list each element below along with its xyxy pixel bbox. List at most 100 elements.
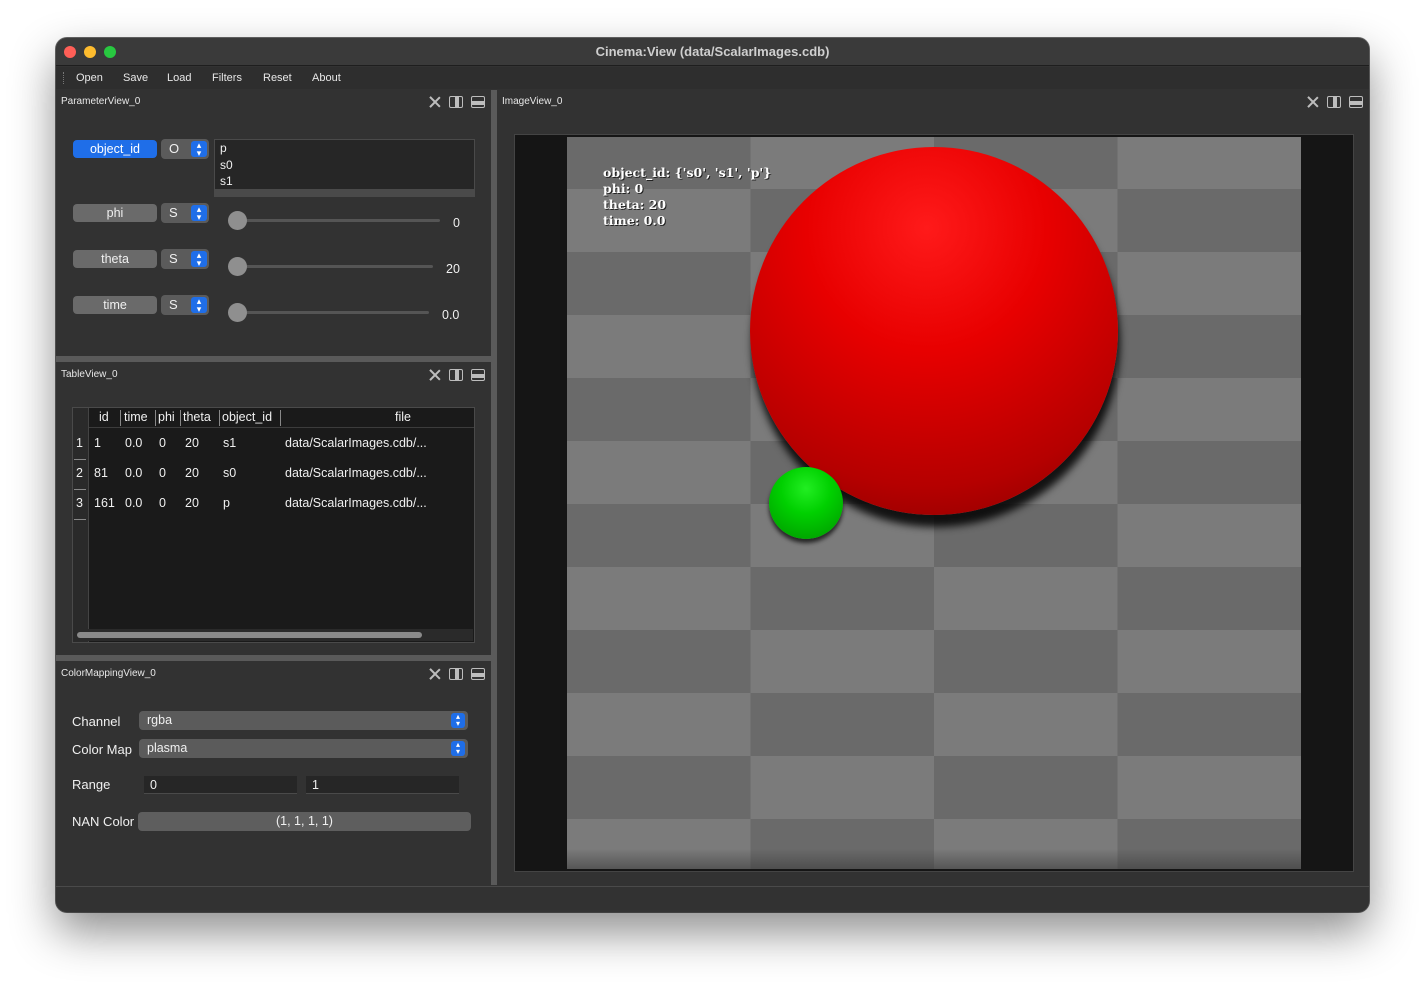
list-item[interactable]: s1 bbox=[215, 173, 474, 190]
chevron-updown-icon: ▴ ▾ bbox=[451, 713, 465, 728]
object-id-listbox[interactable]: p s0 s1 bbox=[214, 139, 475, 197]
range-min-value: 0 bbox=[150, 778, 157, 792]
panel-header: TableView_0 bbox=[56, 365, 491, 385]
cell-id: 81 bbox=[94, 466, 108, 480]
param-button-time[interactable]: time bbox=[73, 296, 157, 314]
split-vertical-icon[interactable] bbox=[471, 668, 485, 680]
row-number[interactable]: 3 bbox=[76, 496, 83, 510]
split-vertical-icon[interactable] bbox=[471, 96, 485, 108]
close-panel-icon[interactable] bbox=[1307, 96, 1319, 108]
param-button-object-id[interactable]: object_id bbox=[73, 140, 157, 158]
panel-title: ImageView_0 bbox=[502, 96, 563, 107]
close-panel-icon[interactable] bbox=[429, 96, 441, 108]
menubar: Open Save Load Filters Reset About bbox=[56, 67, 1369, 89]
table-header: id time phi theta object_id file bbox=[89, 408, 474, 428]
param-button-phi[interactable]: phi bbox=[73, 204, 157, 222]
menu-about[interactable]: About bbox=[312, 72, 341, 84]
titlebar: Cinema:View (data/ScalarImages.cdb) bbox=[56, 38, 1369, 66]
horizontal-scrollbar[interactable] bbox=[74, 629, 473, 641]
window-title: Cinema:View (data/ScalarImages.cdb) bbox=[595, 44, 830, 59]
list-item[interactable]: p bbox=[215, 140, 474, 157]
row-number[interactable]: 1 bbox=[76, 436, 83, 450]
split-horizontal-icon[interactable] bbox=[449, 369, 463, 381]
chevron-updown-icon: ▴ ▾ bbox=[191, 297, 207, 314]
cell-theta: 20 bbox=[185, 496, 199, 510]
column-header-file[interactable]: file bbox=[395, 410, 411, 424]
range-min-input[interactable]: 0 bbox=[144, 776, 297, 794]
list-item[interactable]: s0 bbox=[215, 157, 474, 174]
cell-phi: 0 bbox=[159, 496, 166, 510]
panel-splitter[interactable] bbox=[56, 655, 491, 661]
column-separator bbox=[280, 410, 281, 426]
column-header-theta[interactable]: theta bbox=[183, 410, 211, 424]
range-max-input[interactable]: 1 bbox=[306, 776, 459, 794]
cell-phi: 0 bbox=[159, 436, 166, 450]
menu-filters[interactable]: Filters bbox=[212, 72, 242, 84]
panel-splitter[interactable] bbox=[56, 356, 491, 362]
channel-value: rgba bbox=[147, 713, 173, 727]
column-header-phi[interactable]: phi bbox=[158, 410, 175, 424]
cell-time: 0.0 bbox=[125, 496, 143, 510]
scrollbar-thumb[interactable] bbox=[77, 632, 422, 638]
cell-object-id: s0 bbox=[223, 466, 237, 480]
param-mode-select-object-id[interactable]: O ▴ ▾ bbox=[161, 139, 209, 159]
split-horizontal-icon[interactable] bbox=[449, 96, 463, 108]
param-button-theta[interactable]: theta bbox=[73, 250, 157, 268]
close-panel-icon[interactable] bbox=[429, 369, 441, 381]
phi-slider-track[interactable] bbox=[228, 219, 440, 222]
column-separator bbox=[155, 410, 156, 426]
toolbar-grip-icon[interactable] bbox=[63, 72, 66, 84]
split-horizontal-icon[interactable] bbox=[1327, 96, 1341, 108]
channel-select[interactable]: rgba ▴ ▾ bbox=[139, 711, 468, 730]
cell-object-id: p bbox=[223, 496, 230, 510]
param-mode-select-time[interactable]: S ▴ ▾ bbox=[161, 295, 209, 315]
close-panel-icon[interactable] bbox=[429, 668, 441, 680]
mode-label: O bbox=[169, 141, 180, 156]
param-mode-select-theta[interactable]: S ▴ ▾ bbox=[161, 249, 209, 269]
column-header-time[interactable]: time bbox=[124, 410, 148, 424]
column-header-object-id[interactable]: object_id bbox=[222, 410, 272, 424]
menu-save[interactable]: Save bbox=[123, 72, 148, 84]
row-separator bbox=[74, 489, 86, 490]
color-mapping-view-panel: ColorMappingView_0 Channel rgba ▴ ▾ Color… bbox=[56, 664, 491, 884]
row-header-column: 1 2 3 bbox=[73, 408, 89, 642]
row-number[interactable]: 2 bbox=[76, 466, 83, 480]
chevron-updown-icon: ▴ ▾ bbox=[191, 141, 207, 158]
panel-title: ParameterView_0 bbox=[61, 96, 141, 107]
image-view-panel: ImageView_0 object_id: {'s0', 's1', 'p'}… bbox=[497, 92, 1369, 884]
chevron-updown-icon: ▴ ▾ bbox=[451, 741, 465, 756]
data-table[interactable]: 1 2 3 id time phi theta object_id file 1… bbox=[72, 407, 475, 643]
menu-load[interactable]: Load bbox=[167, 72, 191, 84]
colormap-label: Color Map bbox=[72, 742, 132, 757]
theta-slider-track[interactable] bbox=[228, 265, 433, 268]
param-mode-select-phi[interactable]: S ▴ ▾ bbox=[161, 203, 209, 223]
row-separator bbox=[74, 459, 86, 460]
mode-label: S bbox=[169, 297, 178, 312]
menu-reset[interactable]: Reset bbox=[263, 72, 292, 84]
image-overlay-text: object_id: {'s0', 's1', 'p'} phi: 0 theta:… bbox=[603, 165, 771, 229]
column-header-id[interactable]: id bbox=[99, 410, 109, 424]
column-separator bbox=[120, 410, 121, 426]
split-vertical-icon[interactable] bbox=[1349, 96, 1363, 108]
image-frame[interactable]: object_id: {'s0', 's1', 'p'} phi: 0 theta:… bbox=[514, 134, 1354, 872]
nan-color-button[interactable]: (1, 1, 1, 1) bbox=[138, 812, 471, 831]
cell-theta: 20 bbox=[185, 466, 199, 480]
chevron-updown-icon: ▴ ▾ bbox=[191, 251, 207, 268]
phi-value: 0 bbox=[453, 216, 460, 230]
menu-open[interactable]: Open bbox=[76, 72, 103, 84]
split-horizontal-icon[interactable] bbox=[449, 668, 463, 680]
time-slider-handle[interactable] bbox=[228, 303, 247, 322]
time-slider-track[interactable] bbox=[228, 311, 429, 314]
theta-slider-handle[interactable] bbox=[228, 257, 247, 276]
phi-slider-handle[interactable] bbox=[228, 211, 247, 230]
cell-file: data/ScalarImages.cdb/... bbox=[285, 436, 427, 450]
cell-object-id: s1 bbox=[223, 436, 237, 450]
cell-id: 1 bbox=[94, 436, 101, 450]
split-vertical-icon[interactable] bbox=[471, 369, 485, 381]
colormap-select[interactable]: plasma ▴ ▾ bbox=[139, 739, 468, 758]
rendered-image[interactable]: object_id: {'s0', 's1', 'p'} phi: 0 theta:… bbox=[567, 137, 1301, 869]
nan-color-label: NAN Color bbox=[72, 814, 135, 829]
cell-id: 161 bbox=[94, 496, 115, 510]
app-window: Cinema:View (data/ScalarImages.cdb) Open… bbox=[56, 38, 1369, 912]
range-label: Range bbox=[72, 777, 111, 792]
